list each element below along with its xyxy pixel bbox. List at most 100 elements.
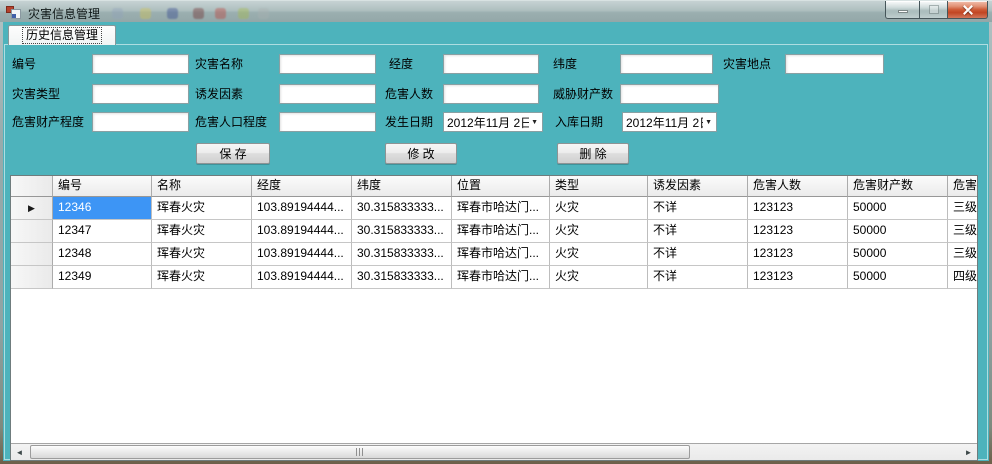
scroll-right-icon: ► bbox=[965, 448, 973, 457]
column-header-damage-degree[interactable]: 危害程度 bbox=[948, 176, 978, 197]
disaster-type-label: 灾害类型 bbox=[12, 87, 60, 101]
grid-cell[interactable]: 珲春市哈达门... bbox=[452, 220, 550, 243]
app-icon bbox=[6, 5, 22, 20]
grid-cell[interactable]: 123123 bbox=[748, 220, 848, 243]
grid-cell[interactable]: 12349 bbox=[53, 266, 152, 289]
longitude-input[interactable] bbox=[443, 54, 539, 74]
latitude-input[interactable] bbox=[620, 54, 713, 74]
population-damage-degree-input[interactable] bbox=[279, 112, 376, 132]
row-selector[interactable] bbox=[11, 220, 53, 243]
grid-cell[interactable]: 火灾 bbox=[550, 243, 648, 266]
grid-cell[interactable]: 珲春火灾 bbox=[152, 266, 252, 289]
ghost-icon bbox=[215, 8, 226, 19]
column-header-name[interactable]: 名称 bbox=[152, 176, 252, 197]
population-damage-degree-label: 危害人口程度 bbox=[195, 115, 267, 129]
scrollbar-grip-icon bbox=[356, 448, 365, 456]
grid-cell[interactable]: 珲春市哈达门... bbox=[452, 243, 550, 266]
inducing-factor-input[interactable] bbox=[279, 84, 376, 104]
grid-cell[interactable]: 123123 bbox=[748, 197, 848, 220]
grid-cell[interactable]: 30.315833333... bbox=[352, 243, 452, 266]
grid-cell[interactable]: 123123 bbox=[748, 243, 848, 266]
grid-cell[interactable]: 103.89194444... bbox=[252, 243, 352, 266]
ghost-icon bbox=[238, 8, 249, 19]
ghost-icon bbox=[112, 8, 123, 19]
delete-button[interactable]: 删 除 bbox=[557, 143, 629, 164]
occurrence-date-picker[interactable]: 2012年11月 2日 ▼ bbox=[443, 112, 543, 132]
grid-cell[interactable]: 不详 bbox=[648, 197, 748, 220]
row-selector[interactable]: ▶ bbox=[11, 197, 53, 220]
table-row: 12349 珲春火灾 103.89194444... 30.315833333.… bbox=[11, 266, 977, 289]
chevron-down-icon: ▼ bbox=[529, 119, 542, 126]
grid-cell[interactable]: 50000 bbox=[848, 266, 948, 289]
column-header-longitude[interactable]: 经度 bbox=[252, 176, 352, 197]
minimize-button[interactable] bbox=[885, 1, 919, 19]
grid-cell[interactable]: 12347 bbox=[53, 220, 152, 243]
grid-cell[interactable]: 三级 bbox=[948, 197, 978, 220]
scroll-left-button[interactable]: ◄ bbox=[11, 444, 28, 460]
ghost-icon bbox=[140, 8, 151, 19]
grid-cell[interactable]: 不详 bbox=[648, 220, 748, 243]
grid-cell[interactable]: 珲春火灾 bbox=[152, 197, 252, 220]
app-icon-front-window bbox=[11, 9, 21, 19]
property-damage-degree-input[interactable] bbox=[92, 112, 189, 132]
entry-date-picker[interactable]: 2012年11月 2日 ▼ bbox=[622, 112, 717, 132]
disaster-type-input[interactable] bbox=[92, 84, 189, 104]
row-selector[interactable] bbox=[11, 266, 53, 289]
grid-cell[interactable]: 珲春火灾 bbox=[152, 220, 252, 243]
disaster-name-input[interactable] bbox=[279, 54, 376, 74]
grid-cell[interactable]: 50000 bbox=[848, 197, 948, 220]
save-button[interactable]: 保 存 bbox=[196, 143, 270, 164]
occurrence-date-label: 发生日期 bbox=[385, 115, 433, 129]
grid-cell[interactable]: 火灾 bbox=[550, 266, 648, 289]
id-input[interactable] bbox=[92, 54, 189, 74]
column-header-property-damage[interactable]: 危害财产数 bbox=[848, 176, 948, 197]
maximize-button[interactable] bbox=[919, 1, 947, 19]
grid-cell[interactable]: 火灾 bbox=[550, 220, 648, 243]
location-input[interactable] bbox=[785, 54, 884, 74]
close-button[interactable] bbox=[947, 1, 988, 19]
affected-people-input[interactable] bbox=[443, 84, 539, 104]
grid-cell[interactable]: 12348 bbox=[53, 243, 152, 266]
grid-cell[interactable]: 123123 bbox=[748, 266, 848, 289]
column-header-type[interactable]: 类型 bbox=[550, 176, 648, 197]
occurrence-date-value: 2012年11月 2日 bbox=[444, 114, 529, 131]
threatened-property-input[interactable] bbox=[620, 84, 719, 104]
tab-history-info[interactable]: 历史信息管理 bbox=[8, 25, 116, 45]
modify-button[interactable]: 修 改 bbox=[385, 143, 457, 164]
grid-cell[interactable]: 珲春市哈达门... bbox=[452, 266, 550, 289]
close-icon bbox=[962, 4, 974, 15]
table-row: 12348 珲春火灾 103.89194444... 30.315833333.… bbox=[11, 243, 977, 266]
minimize-icon bbox=[898, 10, 908, 13]
scrollbar-track[interactable] bbox=[28, 444, 960, 460]
grid-cell[interactable]: 不详 bbox=[648, 243, 748, 266]
column-header-latitude[interactable]: 纬度 bbox=[352, 176, 452, 197]
grid-cell[interactable]: 不详 bbox=[648, 266, 748, 289]
grid-cell[interactable]: 12346 bbox=[53, 197, 152, 220]
scrollbar-thumb[interactable] bbox=[30, 445, 690, 459]
column-header-location[interactable]: 位置 bbox=[452, 176, 550, 197]
scroll-right-button[interactable]: ► bbox=[960, 444, 977, 460]
grid-cell[interactable]: 三级 bbox=[948, 220, 978, 243]
grid-cell[interactable]: 50000 bbox=[848, 243, 948, 266]
affected-people-label: 危害人数 bbox=[385, 87, 433, 101]
inducing-factor-label: 诱发因素 bbox=[195, 87, 243, 101]
grid-cell[interactable]: 30.315833333... bbox=[352, 220, 452, 243]
grid-corner-cell[interactable] bbox=[11, 176, 53, 197]
column-header-id[interactable]: 编号 bbox=[53, 176, 152, 197]
grid-cell[interactable]: 四级 bbox=[948, 266, 978, 289]
column-header-affected-people[interactable]: 危害人数 bbox=[748, 176, 848, 197]
grid-cell[interactable]: 50000 bbox=[848, 220, 948, 243]
horizontal-scrollbar[interactable]: ◄ ► bbox=[11, 443, 977, 460]
grid-cell[interactable]: 火灾 bbox=[550, 197, 648, 220]
grid-cell[interactable]: 103.89194444... bbox=[252, 220, 352, 243]
table-row: ▶ 12346 珲春火灾 103.89194444... 30.31583333… bbox=[11, 197, 977, 220]
row-selector[interactable] bbox=[11, 243, 53, 266]
grid-cell[interactable]: 三级 bbox=[948, 243, 978, 266]
column-header-inducing-factor[interactable]: 诱发因素 bbox=[648, 176, 748, 197]
grid-cell[interactable]: 103.89194444... bbox=[252, 266, 352, 289]
grid-cell[interactable]: 30.315833333... bbox=[352, 197, 452, 220]
grid-cell[interactable]: 30.315833333... bbox=[352, 266, 452, 289]
grid-cell[interactable]: 珲春市哈达门... bbox=[452, 197, 550, 220]
grid-cell[interactable]: 珲春火灾 bbox=[152, 243, 252, 266]
grid-cell[interactable]: 103.89194444... bbox=[252, 197, 352, 220]
